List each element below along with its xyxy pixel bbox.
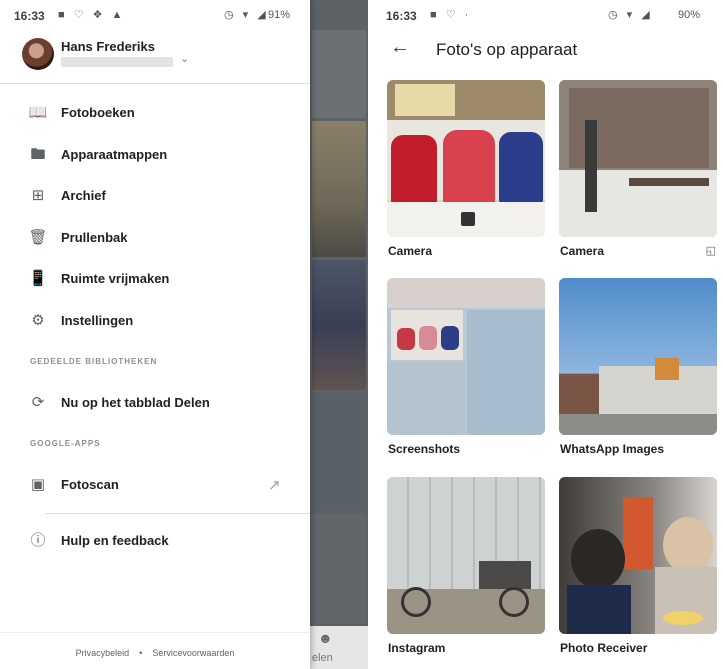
account-name: Hans Frederiks xyxy=(61,39,155,54)
menu-item-apparaatmappen[interactable]: 🖿 Apparaatmappen xyxy=(0,135,310,175)
navigation-drawer: 16:33 ■ ♡ ❖ ▲ ◷ ▾ ◢ 91% Hans Frederiks ⌄… xyxy=(0,0,310,669)
menu-item-fotoboeken[interactable]: 📖 Fotoboeken xyxy=(0,93,310,133)
menu-item-label: Instellingen xyxy=(61,313,134,328)
menu-item-prullenbak[interactable]: 🗑 Prullenbak xyxy=(0,218,310,258)
people-icon: ☻ xyxy=(318,630,333,646)
folder-label: WhatsApp Images xyxy=(560,442,665,456)
menu-item-help-feedback[interactable]: ⓘ Hulp en feedback xyxy=(0,521,310,561)
background-photo xyxy=(312,514,366,624)
page-title: Foto's op apparaat xyxy=(436,40,578,59)
free-space-icon: 📱 xyxy=(28,270,48,287)
help-icon: ⓘ xyxy=(30,532,46,549)
background-bottom-nav: ☻ elen xyxy=(310,626,368,669)
folder-thumbnail xyxy=(387,80,545,237)
menu-item-archief[interactable]: ⊞ Archief xyxy=(0,176,310,216)
back-arrow-icon[interactable]: ← xyxy=(390,36,410,59)
background-photo xyxy=(312,393,366,511)
background-photo-grid xyxy=(310,0,368,669)
folder-tile-photo-receiver[interactable]: Photo Receiver xyxy=(559,477,717,655)
status-bar: 16:33 ■ ♡ · ◷ ▾ ◢ 90% xyxy=(374,0,723,30)
folder-icon: 🖿 xyxy=(30,146,46,163)
folder-tile-camera[interactable]: Camera xyxy=(387,80,545,258)
folder-tile-screenshots[interactable]: Screenshots xyxy=(387,278,545,456)
open-external-icon: ↗ xyxy=(268,477,281,494)
section-header-google-apps: GOOGLE-APPS xyxy=(30,439,101,448)
menu-item-fotoscan[interactable]: ▣ Fotoscan ↗ xyxy=(0,465,310,505)
background-photo xyxy=(312,121,366,257)
footer-divider xyxy=(0,632,310,633)
left-screen: ☻ elen 16:33 ■ ♡ ❖ ▲ ◷ ▾ ◢ 91% Hans Fred… xyxy=(0,0,368,669)
background-photo xyxy=(312,30,366,118)
menu-item-ruimte-vrijmaken[interactable]: 📱 Ruimte vrijmaken xyxy=(0,259,310,299)
status-bar: 16:33 ■ ♡ ❖ ▲ ◷ ▾ ◢ 91% xyxy=(0,0,310,30)
section-header-shared-libraries: GEDEELDE BIBLIOTHEKEN xyxy=(30,357,158,366)
folder-label: Camera xyxy=(560,244,605,258)
folder-tile-whatsapp-images[interactable]: WhatsApp Images xyxy=(559,278,717,456)
chevron-down-icon[interactable]: ⌄ xyxy=(180,52,189,65)
folder-label: Screenshots xyxy=(388,442,461,456)
background-photo xyxy=(312,260,366,390)
status-time: 16:33 xyxy=(14,9,45,23)
menu-item-label: Hulp en feedback xyxy=(61,533,169,548)
status-time: 16:33 xyxy=(386,9,417,23)
privacy-policy-link[interactable]: Privacybeleid xyxy=(76,648,130,658)
avatar[interactable] xyxy=(22,38,54,70)
menu-item-instellingen[interactable]: ⚙ Instellingen xyxy=(0,301,310,341)
trash-icon: 🗑 xyxy=(28,229,48,246)
photobook-icon: 📖 xyxy=(28,104,48,121)
battery-level: 91% xyxy=(268,9,291,21)
status-system-icons: ◷ ▾ ◢ xyxy=(608,9,653,21)
right-screen: 16:33 ■ ♡ · ◷ ▾ ◢ 90% ← Foto's op appara… xyxy=(374,0,723,669)
folder-thumbnail xyxy=(559,278,717,435)
terms-of-service-link[interactable]: Servicevoorwaarden xyxy=(152,648,234,658)
folder-thumbnail xyxy=(387,477,545,634)
folder-label: Photo Receiver xyxy=(560,641,648,655)
status-system-icons: ◷ ▾ ◢ xyxy=(224,9,269,21)
folder-tile-camera-sd[interactable]: Camera ◱ xyxy=(559,80,717,258)
app-bar: ← Foto's op apparaat xyxy=(374,30,723,74)
folder-thumbnail xyxy=(559,477,717,634)
menu-item-label: Nu op het tabblad Delen xyxy=(61,395,210,410)
status-notification-icons: ■ ♡ ❖ ▲ xyxy=(58,9,126,21)
menu-item-label: Fotoscan xyxy=(61,477,119,492)
menu-item-sharing-tab[interactable]: ⟳ Nu op het tabblad Delen xyxy=(0,383,310,423)
settings-icon: ⚙ xyxy=(31,312,45,329)
folder-thumbnail xyxy=(387,278,545,435)
archive-icon: ⊞ xyxy=(31,187,45,204)
status-notification-icons: ■ ♡ · xyxy=(430,9,472,21)
folder-label: Camera xyxy=(388,244,433,258)
menu-item-label: Archief xyxy=(61,188,106,203)
menu-item-label: Ruimte vrijmaken xyxy=(61,271,170,286)
account-email-redacted xyxy=(61,57,173,67)
menu-item-label: Fotoboeken xyxy=(61,105,135,120)
menu-item-label: Apparaatmappen xyxy=(61,147,168,162)
divider xyxy=(45,513,310,514)
background-nav-label: elen xyxy=(312,652,333,664)
footer-separator: • xyxy=(139,648,143,658)
folder-thumbnail xyxy=(559,80,717,237)
battery-level: 90% xyxy=(678,9,701,21)
sd-card-icon: ◱ xyxy=(705,245,716,257)
account-header[interactable]: Hans Frederiks ⌄ xyxy=(0,30,310,84)
folder-label: Instagram xyxy=(388,641,446,655)
sharing-icon: ⟳ xyxy=(31,394,45,411)
menu-item-label: Prullenbak xyxy=(61,230,128,245)
folder-tile-instagram[interactable]: Instagram xyxy=(387,477,545,655)
photoscan-icon: ▣ xyxy=(30,476,46,493)
drawer-footer: Privacybeleid • Servicevoorwaarden xyxy=(0,648,310,658)
